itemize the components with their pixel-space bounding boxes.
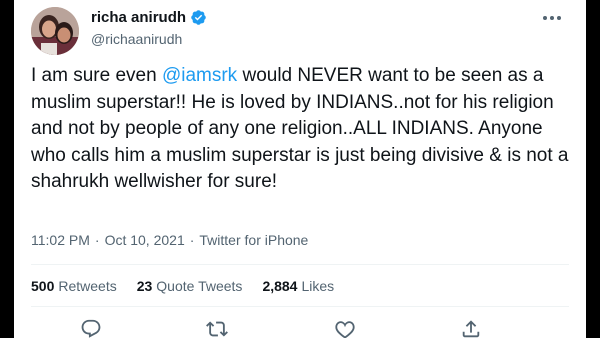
- action-bar: [80, 318, 480, 338]
- display-name[interactable]: richa anirudh: [91, 9, 186, 26]
- divider: [31, 306, 569, 307]
- share-button[interactable]: [460, 318, 482, 338]
- tweet-time[interactable]: 11:02 PM: [31, 232, 90, 248]
- tweet-date[interactable]: Oct 10, 2021: [105, 232, 185, 248]
- more-dots-icon[interactable]: [540, 8, 564, 28]
- name-row: richa anirudh: [91, 9, 207, 26]
- tweet-text-part1: I am sure even: [31, 65, 162, 86]
- tweet-card: richa anirudh @richaanirudh I am sure ev…: [14, 0, 586, 338]
- likes-count: 2,884: [262, 278, 298, 294]
- tweet-text: I am sure even @iamsrk would NEVER want …: [31, 63, 571, 196]
- heart-icon: [335, 321, 355, 338]
- avatar[interactable]: [31, 7, 79, 55]
- tweet-meta: 11:02 PM · Oct 10, 2021 · Twitter for iP…: [31, 232, 308, 248]
- quote-tweets-count: 23: [136, 278, 153, 294]
- quote-tweets-stat[interactable]: 23 Quote Tweets: [137, 278, 243, 294]
- share-icon: [462, 320, 480, 338]
- reply-button[interactable]: [80, 318, 102, 338]
- meta-separator: ·: [189, 232, 195, 248]
- retweets-stat[interactable]: 500 Retweets: [31, 278, 117, 294]
- reply-icon: [81, 319, 101, 338]
- verified-badge-icon: [191, 10, 206, 25]
- likes-stat[interactable]: 2,884 Likes: [262, 278, 334, 294]
- tweet-source[interactable]: Twitter for iPhone: [199, 232, 308, 248]
- quote-tweets-label: Quote Tweets: [156, 278, 243, 294]
- meta-separator: ·: [94, 232, 100, 248]
- retweet-icon: [206, 321, 228, 337]
- mention-link[interactable]: @iamsrk: [162, 65, 237, 86]
- retweet-button[interactable]: [206, 318, 228, 338]
- tweet-stats: 500 Retweets 23 Quote Tweets 2,884 Likes: [31, 278, 334, 294]
- retweets-count: 500: [31, 278, 55, 294]
- divider: [31, 264, 569, 265]
- user-handle[interactable]: @richaanirudh: [91, 31, 182, 47]
- like-button[interactable]: [334, 318, 356, 338]
- retweets-label: Retweets: [58, 278, 117, 294]
- likes-label: Likes: [301, 278, 335, 294]
